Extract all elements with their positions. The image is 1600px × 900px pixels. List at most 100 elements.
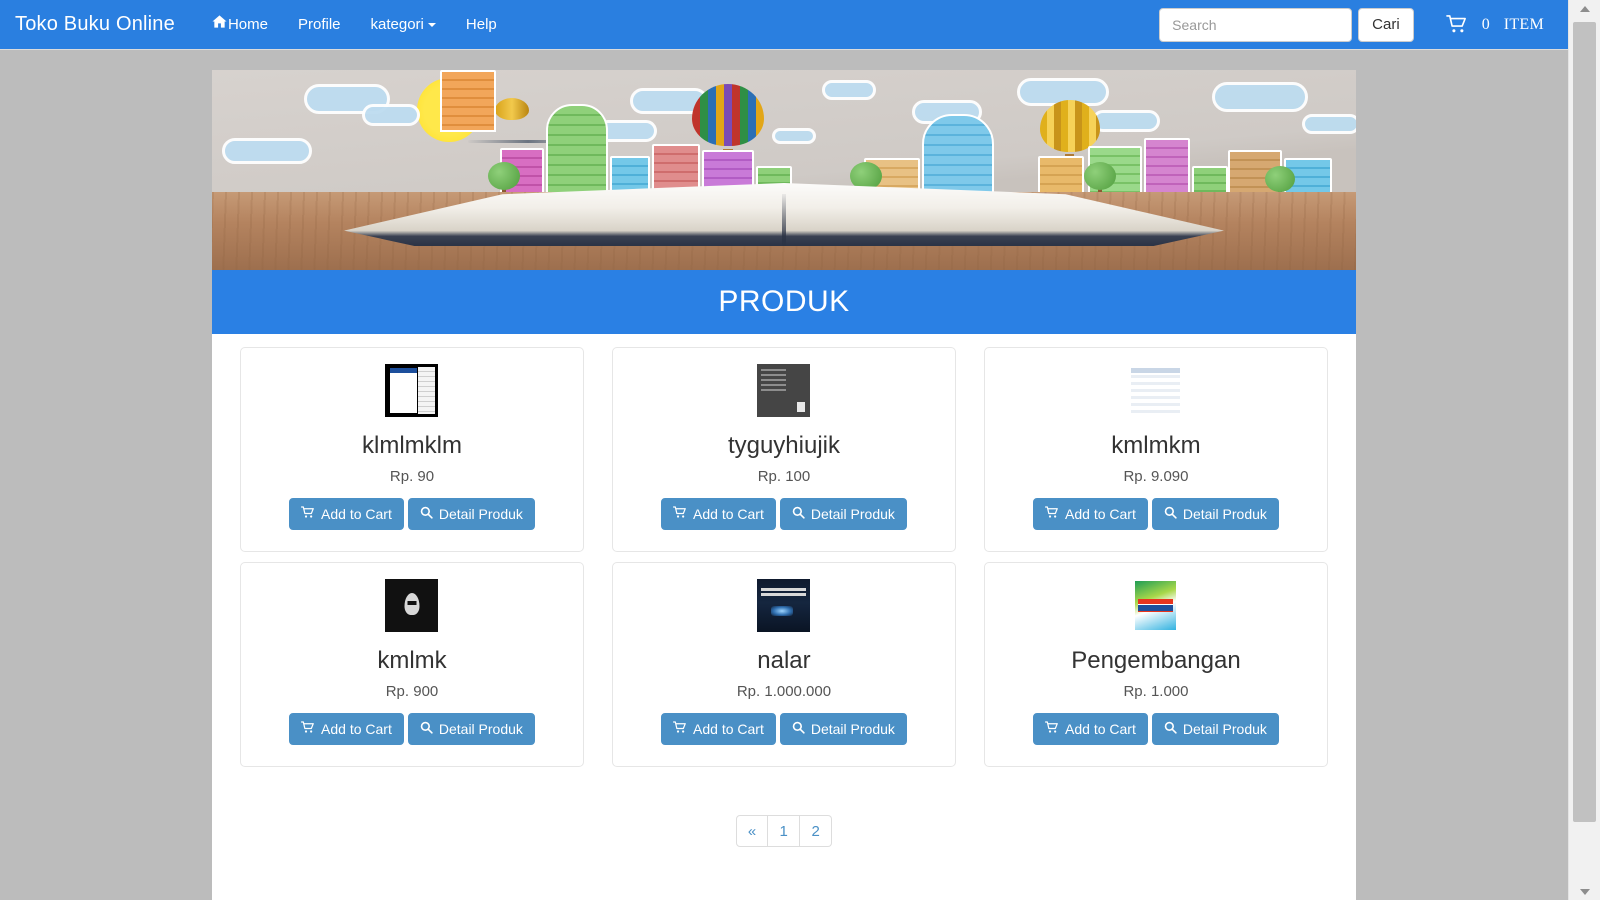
search-submit-button[interactable]: Cari	[1358, 7, 1414, 42]
add-to-cart-button[interactable]: Add to Cart	[289, 712, 404, 745]
product-thumbnail-image	[1129, 364, 1183, 417]
detail-produk-button[interactable]: Detail Produk	[407, 497, 535, 530]
detail-produk-button[interactable]: Detail Produk	[1151, 712, 1279, 745]
nav-item-kategori-label: kategori	[370, 15, 424, 33]
shopping-cart-icon	[1445, 15, 1468, 34]
tree-illustration	[850, 162, 882, 190]
book-spine	[782, 194, 786, 246]
product-price: Rp. 90	[389, 467, 435, 485]
product-col: kmlmk Rp. 900 Add to Cart Detail Produk	[226, 562, 598, 777]
search-icon	[1164, 506, 1177, 522]
product-thumbnail-image	[385, 579, 439, 632]
vertical-scrollbar[interactable]	[1568, 0, 1600, 900]
product-thumbnail-link[interactable]	[623, 364, 945, 422]
product-price: Rp. 1.000	[1123, 682, 1189, 700]
add-to-cart-button[interactable]: Add to Cart	[1033, 497, 1148, 530]
product-col: Pengembangan Rp. 1.000 Add to Cart Detai…	[970, 562, 1342, 777]
detail-produk-button[interactable]: Detail Produk	[779, 712, 907, 745]
add-to-cart-button[interactable]: Add to Cart	[1033, 712, 1148, 745]
scroll-up-arrow-icon[interactable]	[1569, 0, 1600, 17]
product-col: klmlmklm Rp. 90 Add to Cart Detail Produ…	[226, 347, 598, 562]
add-to-cart-button[interactable]: Add to Cart	[289, 497, 404, 530]
cloud-illustration	[362, 104, 420, 126]
detail-produk-label: Detail Produk	[810, 505, 895, 522]
scroll-down-arrow-icon[interactable]	[1569, 883, 1600, 900]
pagination-prev[interactable]: «	[735, 815, 769, 847]
detail-produk-button[interactable]: Detail Produk	[779, 497, 907, 530]
shopping-cart-icon	[672, 506, 687, 522]
product-card[interactable]: tyguyhiujik Rp. 100 Add to Cart Detail P…	[611, 347, 956, 552]
hot-air-balloon-illustration	[692, 84, 764, 146]
search-icon	[420, 506, 433, 522]
detail-produk-label: Detail Produk	[1182, 720, 1267, 737]
pagination-page-2[interactable]: 2	[800, 815, 833, 847]
product-card[interactable]: kmlmkm Rp. 9.090 Add to Cart Detail Prod…	[983, 347, 1328, 552]
product-name: kmlmk	[377, 647, 447, 674]
product-thumbnail-link[interactable]	[995, 364, 1317, 422]
building-illustration	[440, 70, 496, 132]
product-col: kmlmkm Rp. 9.090 Add to Cart Detail Prod…	[970, 347, 1342, 562]
nav-item-profile[interactable]: Profile	[283, 0, 356, 50]
search-input[interactable]	[1159, 7, 1353, 42]
product-price: Rp. 9.090	[1123, 467, 1189, 485]
detail-produk-label: Detail Produk	[438, 505, 523, 522]
nav-item-home[interactable]: Home	[197, 0, 283, 50]
tree-illustration	[488, 162, 520, 190]
top-navbar: Toko Buku Online Home Profile kategori H…	[0, 0, 1568, 50]
product-card[interactable]: kmlmk Rp. 900 Add to Cart Detail Produk	[240, 562, 584, 767]
add-to-cart-label: Add to Cart	[693, 505, 764, 522]
site-brand[interactable]: Toko Buku Online	[15, 13, 175, 36]
pagination-section: « 1 2	[212, 777, 1356, 877]
search-icon	[420, 721, 433, 737]
nav-item-profile-label: Profile	[297, 15, 341, 33]
product-card[interactable]: Pengembangan Rp. 1.000 Add to Cart Detai…	[983, 562, 1328, 767]
add-to-cart-button[interactable]: Add to Cart	[661, 712, 776, 745]
cloud-illustration	[822, 80, 876, 100]
product-name: Pengembangan	[1071, 647, 1241, 674]
nav-item-help-label: Help	[465, 15, 497, 33]
home-icon	[212, 0, 227, 50]
search-icon	[792, 506, 805, 522]
page-title: PRODUK	[212, 270, 1356, 334]
cart-link[interactable]: 0 ITEM	[1445, 15, 1558, 34]
tree-illustration	[1265, 166, 1295, 192]
building-illustration	[922, 114, 994, 200]
detail-produk-button[interactable]: Detail Produk	[1151, 497, 1279, 530]
shopping-cart-icon	[300, 721, 315, 737]
hot-air-balloon-illustration	[495, 98, 529, 120]
product-thumbnail-link[interactable]	[995, 579, 1317, 637]
tree-illustration	[1084, 162, 1116, 190]
cloud-illustration	[772, 128, 816, 144]
hero-banner-image	[212, 70, 1356, 270]
product-grid: klmlmklm Rp. 90 Add to Cart Detail Produ…	[212, 334, 1356, 777]
banner-section	[0, 50, 1568, 270]
main-content-container: PRODUK klmlmklm Rp. 90 Add to Cart Detai…	[212, 270, 1356, 900]
product-thumbnail-link[interactable]	[623, 579, 945, 637]
product-card[interactable]: klmlmklm Rp. 90 Add to Cart Detail Produ…	[240, 347, 584, 552]
product-actions: Add to Cart Detail Produk	[251, 497, 573, 530]
product-thumbnail-image	[1129, 579, 1183, 632]
pagination-page-1[interactable]: 1	[768, 815, 801, 847]
product-price: Rp. 100	[757, 467, 811, 485]
pagination: « 1 2	[735, 815, 833, 847]
nav-item-help[interactable]: Help	[451, 0, 512, 50]
search-icon	[1164, 721, 1177, 737]
nav-item-kategori[interactable]: kategori	[356, 0, 451, 50]
product-thumbnail-link[interactable]	[251, 579, 573, 637]
add-to-cart-label: Add to Cart	[1065, 505, 1136, 522]
add-to-cart-button[interactable]: Add to Cart	[661, 497, 776, 530]
scrollbar-thumb[interactable]	[1573, 22, 1596, 822]
shopping-cart-icon	[1044, 506, 1059, 522]
product-card[interactable]: nalar Rp. 1.000.000 Add to Cart Detail P…	[611, 562, 956, 767]
product-name: tyguyhiujik	[727, 432, 840, 459]
cloud-illustration	[222, 138, 312, 164]
add-to-cart-label: Add to Cart	[693, 720, 764, 737]
nav-item-home-label: Home	[227, 15, 268, 33]
product-thumbnail-image	[757, 364, 811, 417]
cart-item-label: ITEM	[1503, 15, 1544, 33]
product-name: klmlmklm	[362, 432, 462, 459]
detail-produk-button[interactable]: Detail Produk	[407, 712, 535, 745]
add-to-cart-label: Add to Cart	[1065, 720, 1136, 737]
product-thumbnail-link[interactable]	[251, 364, 573, 422]
cloud-illustration	[1212, 82, 1308, 112]
